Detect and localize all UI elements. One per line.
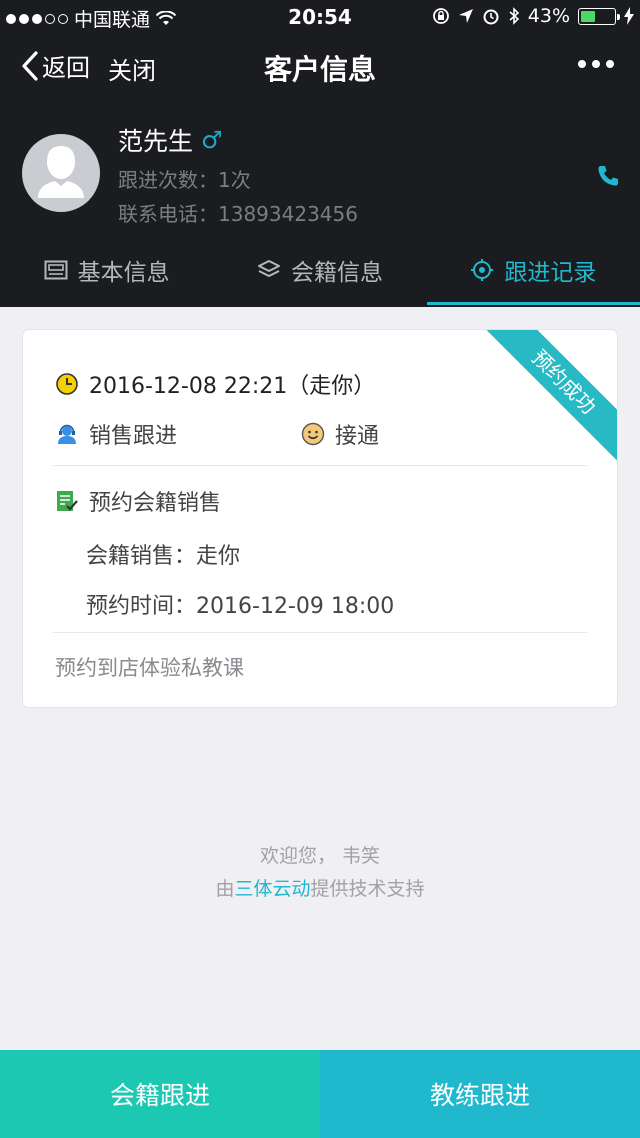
support-prefix: 由 [215,878,235,900]
bluetooth-icon [509,7,519,25]
customer-profile: 范先生 ♂ 跟进次数：1次 联系电话：13893423456 [0,112,640,230]
battery-icon [578,7,620,25]
battery-percent: 43% [527,5,570,27]
id-card-icon [44,260,68,280]
status-badge: 预约成功 [477,330,617,469]
membership-follow-button[interactable]: 会籍跟进 [0,1050,320,1138]
page-title: 客户信息 [263,53,376,86]
support-text: 由三体云动提供技术支持 [0,874,640,901]
tab-label: 基本信息 [77,260,170,286]
header: 中国联通 20:54 43% 返回 关闭 客户信息 范先生 ♂ 跟进次数：1次 … [0,0,640,307]
record-type-row: 销售跟进 接通 [55,418,379,450]
user-icon [38,146,84,198]
divider [53,632,587,633]
record-datetime-row: 2016-12-08 22:21（走你） [55,368,375,400]
alarm-icon [483,9,499,25]
location-icon [458,9,473,23]
appointment-time-label: 预约时间： [86,594,197,619]
phone-number: 联系电话：13893423456 [118,202,358,226]
sales-value: 走你 [196,544,241,569]
record-datetime: 2016-12-08 22:21（走你） [89,374,376,399]
appointment-time-value: 2016-12-09 18:00 [196,594,395,619]
tab-label: 会籍信息 [290,260,383,286]
tab-membership-info[interactable]: 会籍信息 [213,240,426,300]
tab-follow-records[interactable]: 跟进记录 [426,240,640,305]
male-icon: ♂ [201,126,223,154]
sales-field: 会籍销售：走你 [86,538,240,570]
appointment-time-field: 预约时间：2016-12-09 18:00 [86,588,394,620]
support-suffix: 提供技术支持 [310,878,425,900]
phone-icon[interactable] [596,164,620,188]
divider [53,465,587,466]
follow-count: 跟进次数：1次 [118,168,251,192]
tab-label: 跟进记录 [504,260,597,286]
smiley-icon [301,422,325,446]
sales-label: 会籍销售： [86,544,197,569]
customer-name: 范先生 [118,127,194,156]
charging-icon [624,7,634,25]
call-status: 接通 [335,424,380,449]
more-dot-icon [606,60,614,68]
tab-basic-info[interactable]: 基本信息 [0,240,213,300]
appointment-title: 预约会籍销售 [89,491,222,516]
more-dot-icon [592,60,600,68]
record-note: 预约到店体验私教课 [55,656,244,680]
appointment-title-row: 预约会籍销售 [55,485,221,517]
layers-icon [257,260,280,277]
headset-user-icon [58,424,76,444]
bottom-action-bar: 会籍跟进 教练跟进 [0,1050,640,1138]
status-bar: 中国联通 20:54 43% [0,0,640,34]
checklist-icon [57,491,78,511]
welcome-text: 欢迎您， 韦笑 [259,845,381,867]
more-menu-button[interactable] [578,60,614,68]
orientation-lock-icon [432,8,449,24]
follow-type: 销售跟进 [89,424,178,449]
coach-follow-button[interactable]: 教练跟进 [320,1050,640,1138]
target-icon [471,259,494,281]
clock-icon [56,373,78,395]
follow-record-card[interactable]: 预约成功 2016-12-08 22:21（走你） 销售跟进 接通 预约会籍销售… [22,329,618,708]
brand-link[interactable]: 三体云动 [234,878,310,900]
nav-bar: 返回 关闭 客户信息 [0,34,640,98]
avatar [22,134,100,212]
customer-name-row: 范先生 ♂ [118,122,223,158]
tab-bar: 基本信息 会籍信息 跟进记录 [0,240,640,307]
more-dot-icon [578,60,586,68]
